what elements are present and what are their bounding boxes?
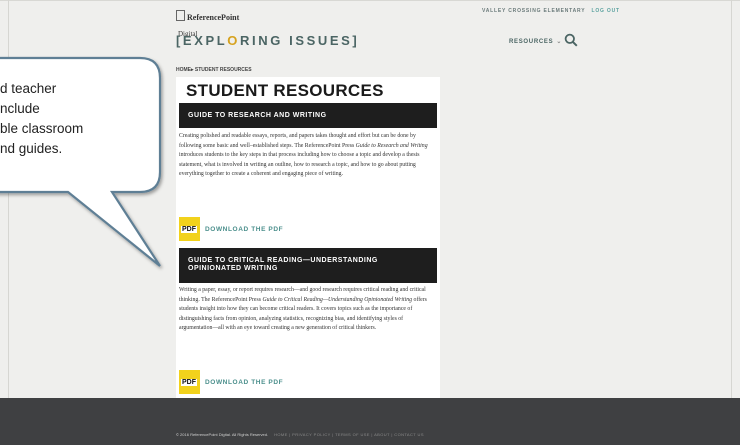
footer-links[interactable]: HOME | PRIVACY POLICY | TERMS OF USE | A… xyxy=(274,432,424,437)
heading-line: OPINIONATED WRITING xyxy=(188,265,278,272)
site-title[interactable]: [EXPLORING ISSUES] xyxy=(176,33,359,48)
section-description: Writing a paper, essay, or report requir… xyxy=(179,286,435,334)
section-description: Creating polished and readable essays, r… xyxy=(179,132,435,180)
logo-mark-icon xyxy=(176,10,185,21)
pdf-icon-label: PDF xyxy=(181,226,197,233)
pdf-icon-label: PDF xyxy=(181,379,197,386)
pdf-icon: PDF xyxy=(179,370,200,394)
download-link[interactable]: DOWNLOAD THE PDF xyxy=(205,379,283,386)
guide-title: Guide to Research and Writing xyxy=(355,142,428,149)
logout-link[interactable]: LOG OUT xyxy=(592,8,620,14)
callout-line: nd guides. xyxy=(0,141,63,156)
site-title-part: [EXPL xyxy=(176,33,228,48)
resources-menu-label: RESOURCES xyxy=(509,39,554,45)
download-pdf-critical-reading[interactable]: PDF DOWNLOAD THE PDF xyxy=(179,370,283,394)
callout-text: d teacher nclude ble classroom nd guides… xyxy=(0,79,160,159)
download-pdf-research-writing[interactable]: PDF DOWNLOAD THE PDF xyxy=(179,217,283,241)
section-heading-research-writing: GUIDE TO RESEARCH AND WRITING xyxy=(179,103,437,128)
callout-line: ble classroom xyxy=(0,121,84,136)
footer-copyright: © 2016 ReferencePoint Digital. All Right… xyxy=(176,432,424,437)
section-heading-critical-reading: GUIDE TO CRITICAL READING—UNDERSTANDING … xyxy=(179,248,437,283)
copyright-text: © 2016 ReferencePoint Digital. All Right… xyxy=(176,432,269,437)
account-bar: VALLEY CROSSING ELEMENTARY LOG OUT xyxy=(482,8,620,14)
content-panel: STUDENT RESOURCES GUIDE TO RESEARCH AND … xyxy=(176,77,440,398)
heading-line: GUIDE TO CRITICAL READING—UNDERSTANDING xyxy=(188,257,378,264)
description-text: introduces students to the key steps in … xyxy=(179,152,420,178)
breadcrumb[interactable]: HOME▸ STUDENT RESOURCES xyxy=(176,67,252,73)
site-title-accent: O xyxy=(227,33,241,48)
site-title-part: RING ISSUES] xyxy=(240,33,360,48)
page-title: STUDENT RESOURCES xyxy=(186,81,384,100)
callout-line: d teacher xyxy=(0,81,57,96)
search-icon[interactable] xyxy=(564,33,578,47)
pdf-icon: PDF xyxy=(179,217,200,241)
school-name: VALLEY CROSSING ELEMENTARY xyxy=(482,8,586,14)
chevron-down-icon: ⌄ xyxy=(556,39,563,45)
resources-menu[interactable]: RESOURCES ⌄ xyxy=(509,38,562,45)
page-right-border xyxy=(731,0,732,398)
guide-title: Guide to Critical Reading—Understanding … xyxy=(262,296,413,303)
callout-line: nclude xyxy=(0,101,40,116)
logo-brand: ReferencePoint xyxy=(187,13,240,22)
download-link[interactable]: DOWNLOAD THE PDF xyxy=(205,226,283,233)
site-footer: © 2016 ReferencePoint Digital. All Right… xyxy=(0,398,740,445)
